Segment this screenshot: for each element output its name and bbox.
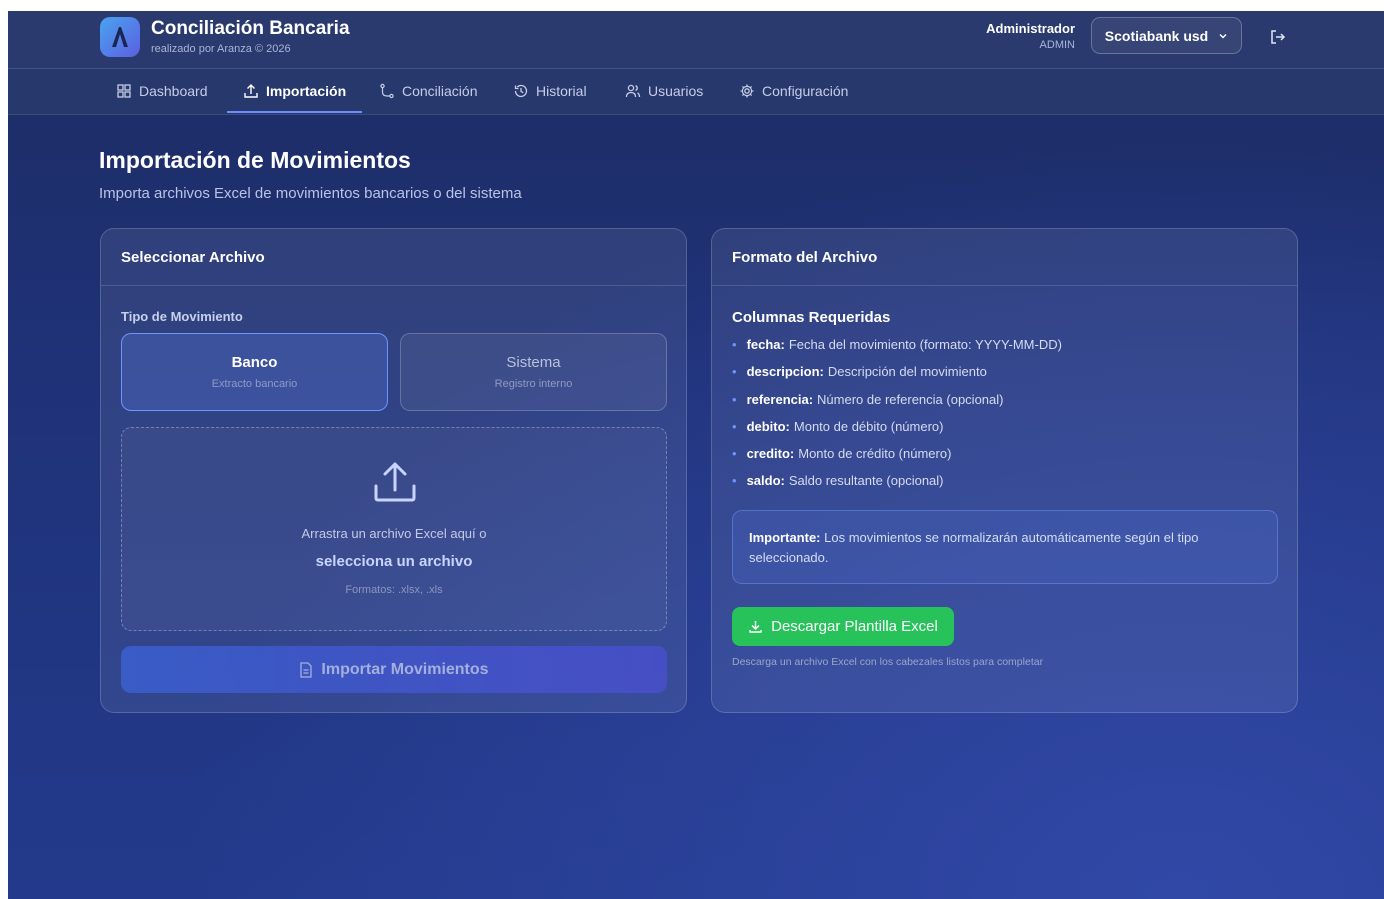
type-option-subtitle: Extracto bancario [211,378,298,390]
tab-label: Historial [536,83,587,99]
list-item: • credito: Monto de crédito (número) [732,446,952,462]
app-logo-icon [100,17,140,57]
tab-label: Configuración [762,83,849,99]
tab-label: Conciliación [402,83,478,99]
list-item: • fecha: Fecha del movimiento (formato: YY… [732,337,1062,352]
download-note: Descarga un archivo Excel con los cabeza… [732,656,1044,668]
select-file-card: Seleccionar Archivo Tipo de Movimiento B… [100,228,687,713]
tab-label: Dashboard [139,83,208,99]
top-header: Conciliación Bancaria realizado por Aran… [8,11,1384,69]
column-name: referencia: [746,391,814,407]
upload-icon [244,84,258,98]
chevron-down-icon [1219,33,1227,38]
history-icon [514,84,528,98]
page-title: Importación de Movimientos [99,147,411,173]
grid-icon [117,84,131,98]
required-columns-list: • fecha: Fecha del movimiento (formato: YY… [732,337,1062,501]
import-button-label: Importar Movimientos [321,660,489,678]
file-format-card: Formato del Archivo Columnas Requeridas … [711,228,1298,713]
tab-historial[interactable]: Historial [513,69,587,113]
tab-label: Usuarios [648,83,704,99]
type-option-subtitle: Registro interno [494,378,573,390]
type-option-title: Banco [231,354,278,371]
notice-label: Importante: [749,530,821,545]
tab-conciliacion[interactable]: Conciliación [379,69,477,113]
user-role: ADMIN [1039,39,1075,51]
type-option-title: Sistema [506,354,561,371]
card-title: Formato del Archivo [712,229,1297,286]
tab-configuracion[interactable]: Configuración [739,69,848,113]
tab-label: Importación [266,83,347,99]
type-option-banco[interactable]: Banco Extracto bancario [121,333,388,411]
dropzone-formats: Formatos: .xlsx, .xls [345,584,443,596]
column-desc: Descripción del movimiento [827,364,987,380]
tab-importacion[interactable]: Importación [226,69,363,113]
column-desc: Monto de débito (número) [793,418,944,434]
main-nav: Dashboard Importación Conciliación Histo… [8,69,1384,115]
user-name: Administrador [986,21,1075,36]
required-columns-title: Columnas Requeridas [732,309,891,326]
important-notice: Importante: Los movimientos se normaliza… [732,510,1278,584]
column-desc: Monto de crédito (número) [798,446,952,462]
download-template-button[interactable]: Descargar Plantilla Excel [732,607,954,646]
route-icon [380,83,394,99]
column-name: descripcion: [746,364,824,380]
tab-dashboard[interactable]: Dashboard [116,69,208,113]
users-icon [625,84,641,98]
bank-select-value: Scotiabank usd [1104,27,1209,44]
tab-usuarios[interactable]: Usuarios [625,69,703,113]
column-desc: Número de referencia (opcional) [817,391,1004,407]
column-name: credito: [746,446,795,462]
bank-select[interactable]: Scotiabank usd [1091,17,1242,54]
logout-icon[interactable] [1268,27,1288,47]
card-title: Seleccionar Archivo [101,229,686,286]
file-icon [300,661,313,678]
list-item: • referencia: Número de referencia (opcion… [732,391,1004,407]
download-icon [749,621,762,633]
column-name: fecha: [746,337,785,352]
app-window: Conciliación Bancaria realizado por Aran… [8,11,1384,899]
upload-icon [374,462,416,502]
list-item: • saldo: Saldo resultante (opcional) [732,473,944,489]
app-subtitle: realizado por Aranza © 2026 [151,43,291,55]
app-title: Conciliación Bancaria [151,18,350,39]
column-name: debito: [746,418,790,434]
import-button[interactable]: Importar Movimientos [121,646,667,693]
list-item: • debito: Monto de débito (número) [732,418,944,434]
movement-type-label: Tipo de Movimiento [121,309,243,324]
type-option-sistema[interactable]: Sistema Registro interno [400,333,667,411]
gear-icon [740,84,754,98]
column-name: saldo: [746,473,785,489]
column-desc: Saldo resultante (opcional) [788,473,944,489]
dropzone-text: Arrastra un archivo Excel aquí o [301,526,487,541]
file-dropzone[interactable]: Arrastra un archivo Excel aquí o selecci… [121,427,667,631]
column-desc: Fecha del movimiento (formato: YYYY-MM-D… [788,337,1062,352]
list-item: • descripcion: Descripción del movimiento [732,364,987,380]
download-button-label: Descargar Plantilla Excel [771,618,938,635]
page-subtitle: Importa archivos Excel de movimientos ba… [99,185,522,202]
select-file-link[interactable]: selecciona un archivo [122,553,666,570]
